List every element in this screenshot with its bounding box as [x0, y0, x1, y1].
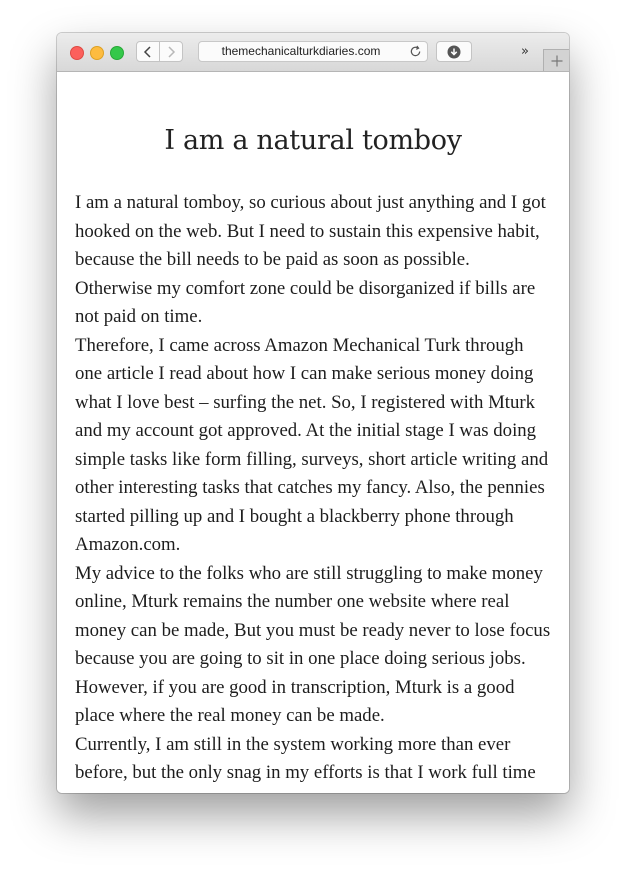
- forward-button[interactable]: [159, 41, 183, 62]
- page-content: I am a natural tomboy I am a natural tom…: [57, 72, 569, 793]
- address-bar-url: themechanicalturkdiaries.com: [221, 44, 381, 58]
- chevron-left-icon: [143, 45, 151, 58]
- address-bar[interactable]: themechanicalturkdiaries.com: [198, 41, 428, 62]
- plus-icon: [551, 55, 562, 66]
- article-body: I am a natural tomboy, so curious about …: [75, 189, 551, 793]
- reload-icon[interactable]: [409, 45, 422, 58]
- minimize-window-button[interactable]: [90, 46, 104, 60]
- article-paragraph: Currently, I am still in the system work…: [75, 733, 536, 794]
- back-button[interactable]: [136, 41, 160, 62]
- download-icon: [447, 45, 461, 58]
- article-title: I am a natural tomboy: [164, 125, 462, 156]
- article-paragraph: Therefore, I came across Amazon Mechanic…: [75, 334, 549, 556]
- toolbar-overflow-button[interactable]: »: [515, 41, 535, 62]
- chevron-right-icon: [168, 45, 176, 58]
- new-tab-button[interactable]: [543, 49, 569, 71]
- browser-window: themechanicalturkdiaries.com » I am a na…: [57, 33, 569, 793]
- close-window-button[interactable]: [70, 46, 84, 60]
- screenshot-canvas: themechanicalturkdiaries.com » I am a na…: [0, 0, 625, 876]
- downloads-button[interactable]: [436, 41, 472, 62]
- browser-toolbar: themechanicalturkdiaries.com »: [57, 33, 569, 72]
- article-paragraph: My advice to the folks who are still str…: [75, 562, 551, 727]
- article-paragraph: I am a natural tomboy, so curious about …: [75, 192, 546, 327]
- zoom-window-button[interactable]: [110, 46, 124, 60]
